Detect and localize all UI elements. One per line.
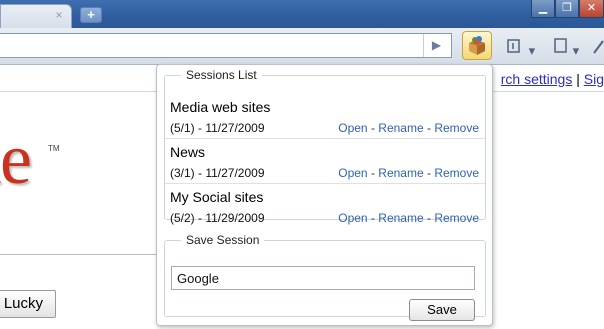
page-menu-button[interactable]: ▾: [505, 37, 536, 58]
sessions-list: Sessions List Media web sites (5/1) - 11…: [164, 68, 486, 225]
session-actions: Open - Rename - Remove: [338, 211, 479, 225]
open-session-link[interactable]: Open: [338, 166, 367, 180]
new-tab-button[interactable]: +: [80, 7, 102, 23]
session-actions: Open - Rename - Remove: [338, 121, 479, 135]
action-separator: -: [423, 121, 435, 135]
session-dates: (5/1) - 11/27/2009: [170, 121, 265, 135]
session-dates: (5/2) - 11/29/2009: [170, 211, 265, 225]
session-item: Media web sites (5/1) - 11/27/2009 Open …: [165, 94, 485, 139]
session-item: My Social sites (5/2) - 11/29/2009 Open …: [165, 184, 485, 229]
page-icon: [507, 39, 520, 53]
save-session-panel: Save Session Save: [164, 233, 486, 321]
action-separator: -: [423, 211, 435, 225]
title-bar: × + ▁ ❐ ✕: [0, 0, 604, 28]
search-box-edge: [0, 254, 160, 255]
rename-session-link[interactable]: Rename: [378, 121, 423, 135]
session-name: Media web sites: [170, 99, 271, 115]
save-session-legend: Save Session: [186, 233, 260, 247]
open-session-link[interactable]: Open: [338, 211, 367, 225]
session-box-icon: [469, 36, 485, 55]
link-separator: |: [572, 71, 584, 87]
google-logo: le: [0, 119, 32, 199]
logo-trademark: TM: [48, 144, 60, 153]
close-window-button[interactable]: ✕: [579, 0, 604, 18]
action-separator: -: [367, 121, 379, 135]
restore-button[interactable]: ❐: [555, 0, 579, 18]
sessions-list-legend: Sessions List: [186, 68, 257, 82]
session-actions: Open - Rename - Remove: [338, 166, 479, 180]
action-separator: -: [423, 166, 435, 180]
session-name-input[interactable]: [171, 266, 475, 290]
session-item: News (3/1) - 11/27/2009 Open - Rename - …: [165, 139, 485, 184]
feeling-lucky-button[interactable]: Lucky: [0, 290, 56, 318]
address-bar[interactable]: [0, 33, 452, 58]
save-button[interactable]: Save: [409, 299, 475, 321]
tools-menu-button[interactable]: ▾: [553, 37, 580, 58]
search-settings-link[interactable]: rch settings: [501, 71, 573, 87]
session-name: News: [170, 144, 206, 160]
session-dates: (3/1) - 11/27/2009: [170, 166, 265, 180]
session-name: My Social sites: [170, 189, 264, 205]
minimize-button[interactable]: ▁: [531, 0, 555, 18]
tab-close-icon[interactable]: ×: [53, 9, 65, 21]
action-separator: -: [367, 211, 379, 225]
browser-toolbar: ▶ ▾ ▾: [0, 28, 604, 65]
chevron-down-icon: ▾: [528, 43, 536, 58]
remove-session-link[interactable]: Remove: [434, 211, 479, 225]
open-session-link[interactable]: Open: [338, 121, 367, 135]
session-manager-popup: Sessions List Media web sites (5/1) - 11…: [156, 64, 493, 326]
document-icon: [554, 38, 567, 53]
chevron-down-icon: ▾: [572, 43, 580, 58]
sign-in-link[interactable]: Sig: [584, 71, 604, 87]
remove-session-link[interactable]: Remove: [434, 166, 479, 180]
top-links: rch settings | Sig: [501, 71, 604, 87]
rename-session-link[interactable]: Rename: [378, 211, 423, 225]
rename-session-link[interactable]: Rename: [378, 166, 423, 180]
action-separator: -: [367, 166, 379, 180]
go-button[interactable]: ▶: [423, 34, 449, 57]
session-manager-extension-button[interactable]: [462, 31, 492, 60]
browser-tab[interactable]: ×: [0, 4, 72, 28]
remove-session-link[interactable]: Remove: [434, 121, 479, 135]
wrench-icon[interactable]: [592, 37, 604, 55]
